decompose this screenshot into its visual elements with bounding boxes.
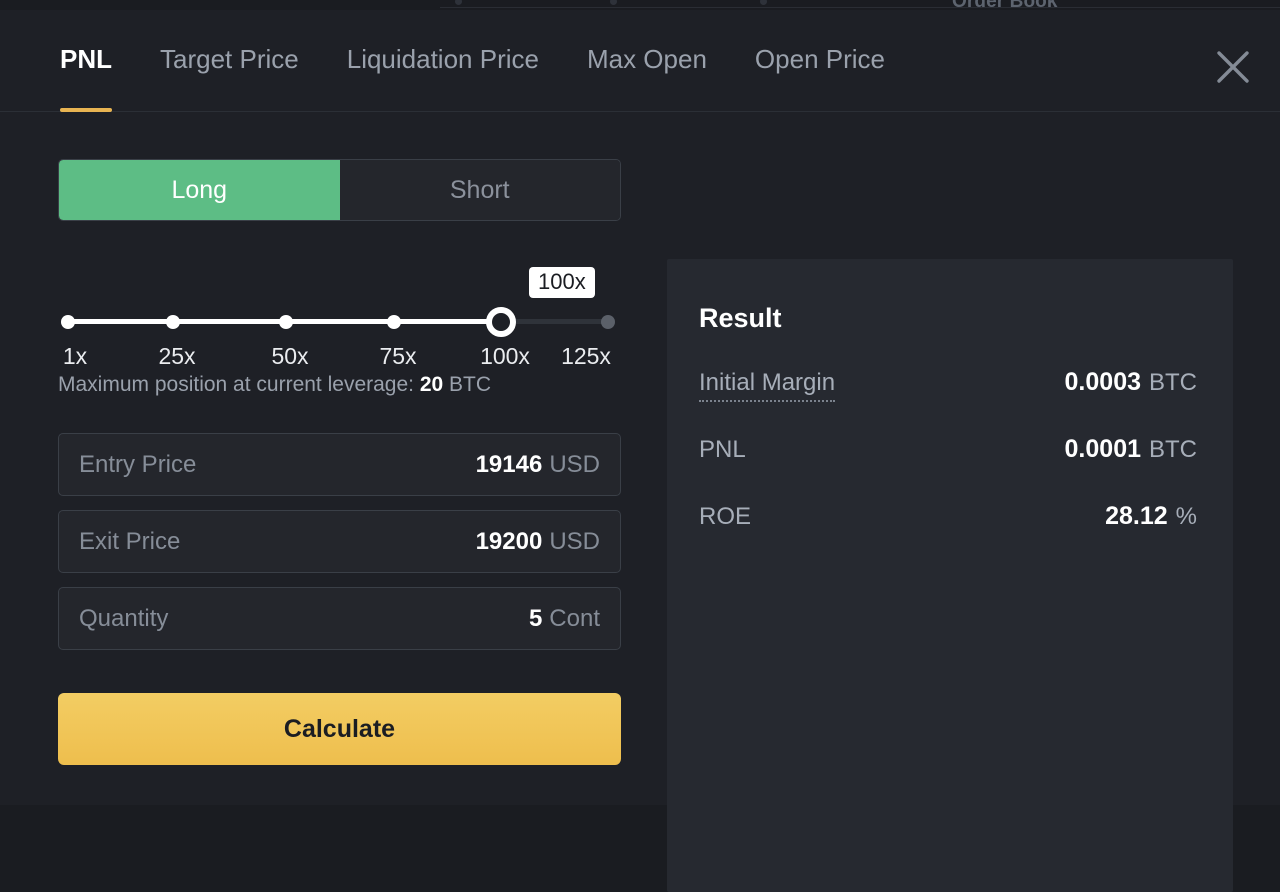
pnl-unit: BTC xyxy=(1149,436,1197,464)
position-side-toggle: Long Short xyxy=(58,159,621,221)
slider-tick-25x[interactable] xyxy=(166,315,180,329)
tab-bar: PNL Target Price Liquidation Price Max O… xyxy=(60,10,885,112)
entry-price-field[interactable]: Entry Price 19146 USD xyxy=(58,433,621,496)
initial-margin-value: 0.0003 xyxy=(1065,368,1141,397)
calculator-form: Long Short 100x 1x 25x 50x 75x xyxy=(58,159,621,765)
entry-price-value[interactable]: 19146 xyxy=(476,451,543,479)
exit-price-field[interactable]: Exit Price 19200 USD xyxy=(58,510,621,573)
max-position-note: Maximum position at current leverage: 20… xyxy=(58,373,621,397)
roe-value: 28.12 xyxy=(1105,502,1168,531)
modal-body: Long Short 100x 1x 25x 50x 75x xyxy=(0,112,1280,805)
entry-price-unit: USD xyxy=(549,451,600,479)
quantity-field[interactable]: Quantity 5 Cont xyxy=(58,587,621,650)
exit-price-label: Exit Price xyxy=(79,528,180,556)
slider-label-125x: 125x xyxy=(561,343,611,370)
max-position-value: 20 xyxy=(420,373,443,396)
quantity-label: Quantity xyxy=(79,605,168,633)
calculate-button[interactable]: Calculate xyxy=(58,693,621,765)
quantity-unit: Cont xyxy=(549,605,600,633)
calculator-modal: PNL Target Price Liquidation Price Max O… xyxy=(0,10,1280,805)
tab-max-open[interactable]: Max Open xyxy=(587,10,707,112)
short-button[interactable]: Short xyxy=(340,160,621,220)
result-row-pnl: PNL 0.0001 BTC xyxy=(699,435,1197,502)
exit-price-unit: USD xyxy=(549,528,600,556)
result-row-initial-margin: Initial Margin 0.0003 BTC xyxy=(699,368,1197,435)
max-position-unit: BTC xyxy=(449,373,491,396)
modal-header: PNL Target Price Liquidation Price Max O… xyxy=(0,10,1280,112)
roe-label: ROE xyxy=(699,503,751,531)
background-dot xyxy=(760,0,767,5)
tab-open-price[interactable]: Open Price xyxy=(755,10,885,112)
slider-tick-labels: 1x 25x 50x 75x 100x 125x xyxy=(58,343,621,373)
background-dot xyxy=(610,0,617,5)
long-button[interactable]: Long xyxy=(59,160,340,220)
slider-tick-125x[interactable] xyxy=(601,315,615,329)
slider-label-1x: 1x xyxy=(63,343,87,370)
slider-label-25x: 25x xyxy=(158,343,195,370)
result-row-roe: ROE 28.12 % xyxy=(699,502,1197,569)
quantity-value[interactable]: 5 xyxy=(529,605,542,633)
tab-liquidation-price[interactable]: Liquidation Price xyxy=(347,10,539,112)
input-fields: Entry Price 19146 USD Exit Price 19200 U… xyxy=(58,433,621,650)
result-title: Result xyxy=(699,303,1197,334)
slider-tick-75x[interactable] xyxy=(387,315,401,329)
slider-tick-50x[interactable] xyxy=(279,315,293,329)
leverage-value-bubble: 100x xyxy=(529,267,595,298)
initial-margin-unit: BTC xyxy=(1149,369,1197,397)
slider-label-50x: 50x xyxy=(271,343,308,370)
initial-margin-label[interactable]: Initial Margin xyxy=(699,369,835,402)
exit-price-value[interactable]: 19200 xyxy=(476,528,543,556)
result-panel: Result Initial Margin 0.0003 BTC PNL 0.0… xyxy=(667,259,1233,892)
entry-price-label: Entry Price xyxy=(79,451,196,479)
roe-unit: % xyxy=(1176,503,1197,531)
pnl-label: PNL xyxy=(699,436,746,464)
slider-tick-1x[interactable] xyxy=(61,315,75,329)
leverage-slider[interactable]: 100x 1x 25x 50x 75x 100x 125x xyxy=(58,271,621,367)
pnl-value: 0.0001 xyxy=(1065,435,1141,464)
slider-label-75x: 75x xyxy=(379,343,416,370)
background-divider xyxy=(440,7,1280,8)
tab-pnl[interactable]: PNL xyxy=(60,10,112,112)
close-icon xyxy=(1216,50,1250,84)
slider-thumb[interactable] xyxy=(486,307,516,337)
tab-target-price[interactable]: Target Price xyxy=(160,10,299,112)
slider-label-100x: 100x xyxy=(480,343,530,370)
close-button[interactable] xyxy=(1208,42,1258,92)
background-dot xyxy=(455,0,462,5)
max-position-prefix: Maximum position at current leverage: xyxy=(58,373,414,396)
